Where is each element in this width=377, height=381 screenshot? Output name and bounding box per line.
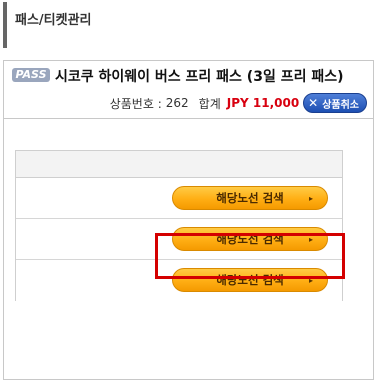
- route-search-label: 해당노선 검색: [216, 191, 284, 205]
- table-row: 해당노선 검색 ▸: [16, 260, 342, 301]
- arrow-right-icon: ▸: [308, 235, 313, 244]
- route-search-label: 해당노선 검색: [216, 273, 284, 287]
- section-header: 패스/티켓관리: [3, 2, 377, 48]
- product-header: PASS 시코쿠 하이웨이 버스 프리 패스 (3일 프리 패스) 상품번호 :…: [4, 61, 373, 119]
- route-search-button[interactable]: 해당노선 검색 ▸: [172, 227, 328, 251]
- pass-badge: PASS: [12, 68, 50, 82]
- close-icon: ✕: [308, 96, 319, 110]
- total-label: 합계: [198, 96, 221, 111]
- product-code-label: 상품번호 :: [109, 96, 162, 111]
- cancel-product-button[interactable]: ✕ 상품취소: [303, 93, 367, 113]
- total-price: JPY 11,000: [226, 96, 300, 110]
- arrow-right-icon: ▸: [308, 276, 313, 285]
- route-search-button[interactable]: 해당노선 검색 ▸: [172, 268, 328, 292]
- route-search-button[interactable]: 해당노선 검색 ▸: [172, 186, 328, 210]
- table-row: 해당노선 검색 ▸: [16, 219, 342, 260]
- arrow-right-icon: ▸: [308, 194, 313, 203]
- table-row: 해당노선 검색 ▸: [16, 178, 342, 219]
- product-name: 시코쿠 하이웨이 버스 프리 패스 (3일 프리 패스): [55, 69, 344, 85]
- page-title: 패스/티켓관리: [15, 13, 92, 28]
- route-search-label: 해당노선 검색: [216, 232, 284, 246]
- table-header: [16, 150, 342, 178]
- product-info-line: 상품번호 : 262 합계 JPY 11,000 ✕ 상품취소: [110, 92, 367, 114]
- cancel-button-label: 상품취소: [322, 99, 359, 111]
- route-table: 해당노선 검색 ▸ 해당노선 검색 ▸ 해당노선 검색 ▸: [15, 150, 343, 301]
- product-code: 262: [165, 96, 189, 110]
